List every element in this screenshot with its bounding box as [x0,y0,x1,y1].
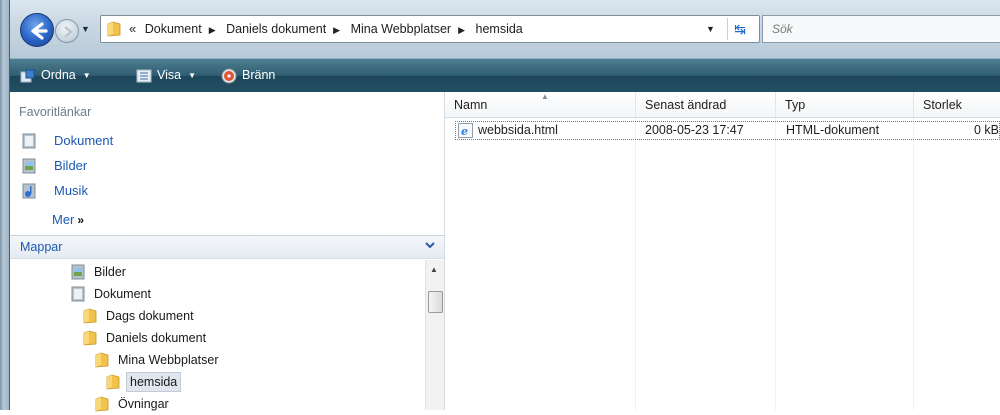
more-links-button[interactable]: Mer» [52,212,84,227]
column-header-label: Namn [454,98,488,112]
address-bar-area: ▼ « Dokument ▶ Daniels dokument ▶ Mina Web… [10,0,1000,58]
favorite-link-label: Bilder [54,158,88,173]
column-divider [775,118,776,410]
tree-item-label: Dokument [94,287,151,301]
view-icon [136,69,152,83]
column-header-label: Typ [785,98,806,112]
breadcrumb-arrow-icon[interactable]: ▶ [458,17,465,43]
breadcrumb-item-mina-webbplatser[interactable]: Mina Webbplatser [351,16,452,42]
tree-item-label: Bilder [94,265,126,279]
breadcrumb-arrow-icon[interactable]: ▶ [333,17,340,43]
column-header-label: Storlek [923,98,962,112]
favorite-links-header: Favoritlänkar [19,105,92,119]
window-frame-left [0,0,10,410]
search-placeholder: Sök [772,22,793,36]
search-input[interactable]: Sök [762,15,1000,43]
column-header-name[interactable]: Namn ▲ [445,92,635,118]
forward-arrow-icon [64,26,73,38]
folders-header[interactable]: Mappar [10,235,444,259]
view-button[interactable]: Visa ▼ [136,59,196,91]
tree-item-label: hemsida [126,372,182,392]
favorite-link-label: Dokument [54,133,114,148]
column-header-modified[interactable]: Senast ändrad [635,92,765,118]
tree-item-label: Övningar [118,397,169,411]
folder-icon [95,352,109,368]
organize-label: Ordna [41,68,76,82]
breadcrumb-item-daniels-dokument[interactable]: Daniels dokument [226,16,326,42]
sort-ascending-icon: ▲ [541,92,549,101]
history-dropdown-button[interactable]: ▼ [81,24,91,34]
back-arrow-icon [31,22,48,40]
view-label: Visa [157,68,182,82]
address-dropdown-icon[interactable]: ▼ [706,24,715,34]
breadcrumb-item-hemsida[interactable]: hemsida [476,16,523,42]
folder-tree-scrollbar[interactable]: ▲ [425,260,444,410]
tree-item-label: Daniels dokument [106,331,207,345]
column-header-label: Senast ändrad [645,98,727,112]
scrollbar-thumb[interactable] [428,291,443,313]
folder-icon [83,330,97,346]
favorite-link-label: Musik [54,183,88,198]
music-icon [22,183,36,199]
folder-icon [83,308,97,324]
address-box[interactable]: « Dokument ▶ Daniels dokument ▶ Mina Webbp… [100,15,760,43]
chevron-down-icon[interactable] [424,239,436,254]
file-type: HTML-dokument [786,123,880,137]
file-size: 0 kB [974,123,1000,137]
scroll-up-arrow-icon[interactable]: ▲ [430,265,438,274]
column-header-row: Namn ▲ Senast ändrad Typ Storlek [445,92,1000,118]
burn-label: Bränn [242,68,276,82]
file-list: Namn ▲ Senast ändrad Typ Storlek e webbs… [445,92,1000,410]
column-header-type[interactable]: Typ [775,92,913,118]
breadcrumb-overflow[interactable]: « [129,16,136,42]
burn-button[interactable]: Bränn [221,59,275,91]
file-modified: 2008-05-23 17:47 [645,123,744,137]
ie-html-icon: e [458,123,473,138]
tree-item-label: Mina Webbplatser [118,353,219,367]
documents-icon [22,133,36,149]
folder-icon [107,21,121,37]
folders-header-label: Mappar [20,240,63,254]
back-button[interactable] [20,13,54,47]
refresh-icon: ↹ [734,21,746,37]
organize-button[interactable]: Ordna ▼ [20,59,91,91]
organize-icon [20,69,35,83]
navigation-pane: Favoritlänkar Dokument Bilder Musik Mer»… [10,92,445,412]
chevron-down-icon: ▼ [82,70,91,80]
breadcrumb-item-dokument[interactable]: Dokument [145,16,202,42]
chevron-down-icon: ▼ [188,70,197,80]
documents-icon [71,286,85,302]
burn-disc-icon [221,68,237,84]
pictures-icon [22,158,36,174]
table-row[interactable]: e webbsida.html 2008-05-23 17:47 HTML-do… [455,121,1000,140]
more-links-label: Mer [52,212,75,227]
breadcrumb-arrow-icon[interactable]: ▶ [209,17,216,43]
column-header-size[interactable]: Storlek [913,92,1000,118]
column-divider [913,118,914,410]
forward-button[interactable] [55,19,79,43]
svg-text:e: e [461,125,468,138]
folder-icon [106,374,120,390]
pictures-icon [71,264,85,280]
refresh-button[interactable]: ↹ [727,18,752,40]
breadcrumb: « Dokument ▶ Daniels dokument ▶ Mina Webbp… [129,16,523,42]
column-divider [635,118,636,410]
file-name: webbsida.html [478,123,558,137]
double-chevron-right-icon: » [77,213,85,227]
tree-item-label: Dags dokument [106,309,194,323]
command-toolbar: Ordna ▼ Visa ▼ Bränn [10,58,1000,92]
